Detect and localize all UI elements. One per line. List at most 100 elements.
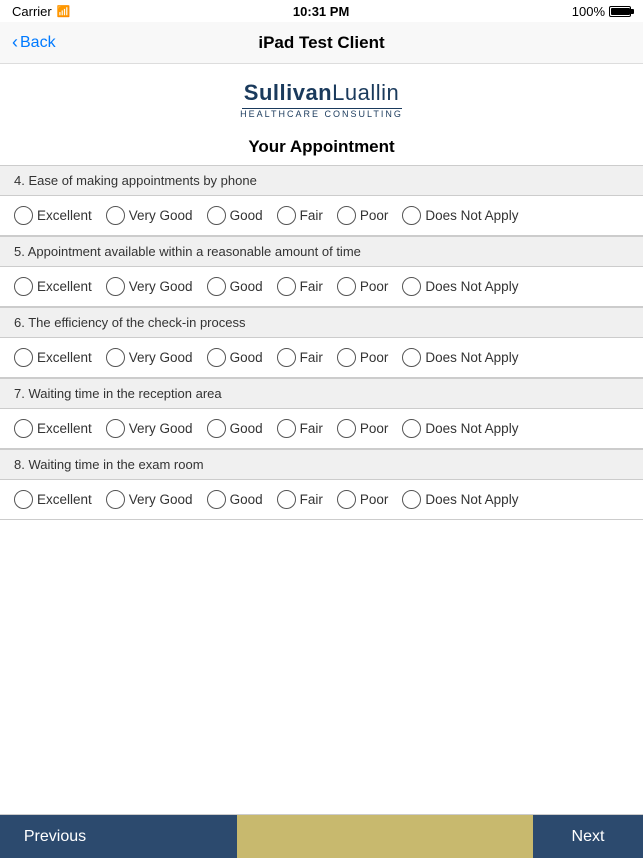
radio-option-5-1[interactable]: Very Good — [106, 277, 193, 296]
radio-option-6-2[interactable]: Good — [207, 348, 263, 367]
radio-label: Excellent — [37, 208, 92, 223]
radio-circle-icon — [277, 419, 296, 438]
radio-option-8-0[interactable]: Excellent — [14, 490, 92, 509]
next-button[interactable]: Next — [533, 815, 643, 858]
question-header-4: 4. Ease of making appointments by phone — [0, 166, 643, 196]
radio-label: Fair — [300, 208, 323, 223]
radio-option-7-0[interactable]: Excellent — [14, 419, 92, 438]
radio-option-5-3[interactable]: Fair — [277, 277, 323, 296]
radio-option-6-4[interactable]: Poor — [337, 348, 389, 367]
radio-option-7-5[interactable]: Does Not Apply — [402, 419, 518, 438]
back-button[interactable]: ‹ Back — [12, 32, 56, 53]
radio-option-7-2[interactable]: Good — [207, 419, 263, 438]
radio-circle-icon — [207, 348, 226, 367]
radio-circle-icon — [277, 490, 296, 509]
bottom-bar: Previous Next — [0, 814, 643, 858]
status-time: 10:31 PM — [293, 4, 349, 19]
radio-label: Fair — [300, 279, 323, 294]
radio-option-5-4[interactable]: Poor — [337, 277, 389, 296]
radio-circle-icon — [337, 277, 356, 296]
radio-circle-icon — [106, 277, 125, 296]
radio-label: Poor — [360, 208, 389, 223]
status-left: Carrier 📶 — [12, 4, 70, 19]
radio-row-5: Excellent Very Good Good Fair Poor Does Not A… — [0, 267, 643, 306]
status-right: 100% — [572, 4, 631, 19]
radio-option-6-3[interactable]: Fair — [277, 348, 323, 367]
radio-circle-icon — [207, 419, 226, 438]
radio-option-8-2[interactable]: Good — [207, 490, 263, 509]
radio-label: Very Good — [129, 208, 193, 223]
radio-circle-icon — [402, 206, 421, 225]
radio-circle-icon — [337, 206, 356, 225]
radio-label: Does Not Apply — [425, 350, 518, 365]
question-group-8: 8. Waiting time in the exam roomExcellen… — [0, 449, 643, 520]
radio-label: Poor — [360, 279, 389, 294]
radio-label: Fair — [300, 421, 323, 436]
radio-option-8-4[interactable]: Poor — [337, 490, 389, 509]
radio-option-6-0[interactable]: Excellent — [14, 348, 92, 367]
question-header-6: 6. The efficiency of the check-in proces… — [0, 308, 643, 338]
radio-option-7-3[interactable]: Fair — [277, 419, 323, 438]
radio-circle-icon — [277, 206, 296, 225]
radio-option-4-5[interactable]: Does Not Apply — [402, 206, 518, 225]
back-chevron-icon: ‹ — [12, 32, 18, 53]
radio-circle-icon — [14, 348, 33, 367]
radio-circle-icon — [337, 348, 356, 367]
radio-option-6-5[interactable]: Does Not Apply — [402, 348, 518, 367]
questions-container: 4. Ease of making appointments by phone E… — [0, 165, 643, 520]
question-header-5: 5. Appointment available within a reason… — [0, 237, 643, 267]
radio-circle-icon — [402, 419, 421, 438]
radio-label: Good — [230, 279, 263, 294]
progress-bar-container — [110, 815, 533, 858]
radio-circle-icon — [106, 348, 125, 367]
radio-label: Very Good — [129, 279, 193, 294]
radio-circle-icon — [207, 206, 226, 225]
radio-circle-icon — [337, 419, 356, 438]
radio-label: Poor — [360, 421, 389, 436]
radio-label: Good — [230, 492, 263, 507]
radio-option-7-1[interactable]: Very Good — [106, 419, 193, 438]
radio-label: Good — [230, 208, 263, 223]
radio-option-4-3[interactable]: Fair — [277, 206, 323, 225]
radio-circle-icon — [277, 277, 296, 296]
radio-option-7-4[interactable]: Poor — [337, 419, 389, 438]
radio-label: Fair — [300, 492, 323, 507]
radio-option-8-3[interactable]: Fair — [277, 490, 323, 509]
radio-option-6-1[interactable]: Very Good — [106, 348, 193, 367]
carrier-label: Carrier — [12, 4, 52, 19]
battery-percent: 100% — [572, 4, 605, 19]
radio-option-4-4[interactable]: Poor — [337, 206, 389, 225]
radio-label: Poor — [360, 492, 389, 507]
radio-label: Does Not Apply — [425, 492, 518, 507]
radio-label: Does Not Apply — [425, 208, 518, 223]
radio-option-4-2[interactable]: Good — [207, 206, 263, 225]
radio-circle-icon — [106, 206, 125, 225]
radio-option-5-2[interactable]: Good — [207, 277, 263, 296]
radio-option-5-0[interactable]: Excellent — [14, 277, 92, 296]
radio-option-8-5[interactable]: Does Not Apply — [402, 490, 518, 509]
page-title: Your Appointment — [0, 137, 643, 157]
radio-label: Fair — [300, 350, 323, 365]
radio-circle-icon — [402, 490, 421, 509]
logo-name-part1: Sullivan — [244, 80, 332, 105]
radio-circle-icon — [14, 277, 33, 296]
wifi-icon: 📶 — [57, 5, 71, 18]
radio-option-5-5[interactable]: Does Not Apply — [402, 277, 518, 296]
question-header-7: 7. Waiting time in the reception area — [0, 379, 643, 409]
question-group-4: 4. Ease of making appointments by phone E… — [0, 165, 643, 236]
logo-area: SullivanLuallin HEALTHCARE CONSULTING — [0, 64, 643, 127]
content-area: SullivanLuallin HEALTHCARE CONSULTING Yo… — [0, 64, 643, 814]
radio-label: Excellent — [37, 421, 92, 436]
radio-label: Good — [230, 421, 263, 436]
radio-label: Excellent — [37, 492, 92, 507]
previous-button[interactable]: Previous — [0, 815, 110, 858]
radio-label: Very Good — [129, 492, 193, 507]
radio-option-8-1[interactable]: Very Good — [106, 490, 193, 509]
back-label: Back — [20, 34, 56, 52]
question-group-6: 6. The efficiency of the check-in proces… — [0, 307, 643, 378]
radio-label: Does Not Apply — [425, 279, 518, 294]
radio-label: Good — [230, 350, 263, 365]
radio-option-4-1[interactable]: Very Good — [106, 206, 193, 225]
status-bar: Carrier 📶 10:31 PM 100% — [0, 0, 643, 22]
radio-option-4-0[interactable]: Excellent — [14, 206, 92, 225]
